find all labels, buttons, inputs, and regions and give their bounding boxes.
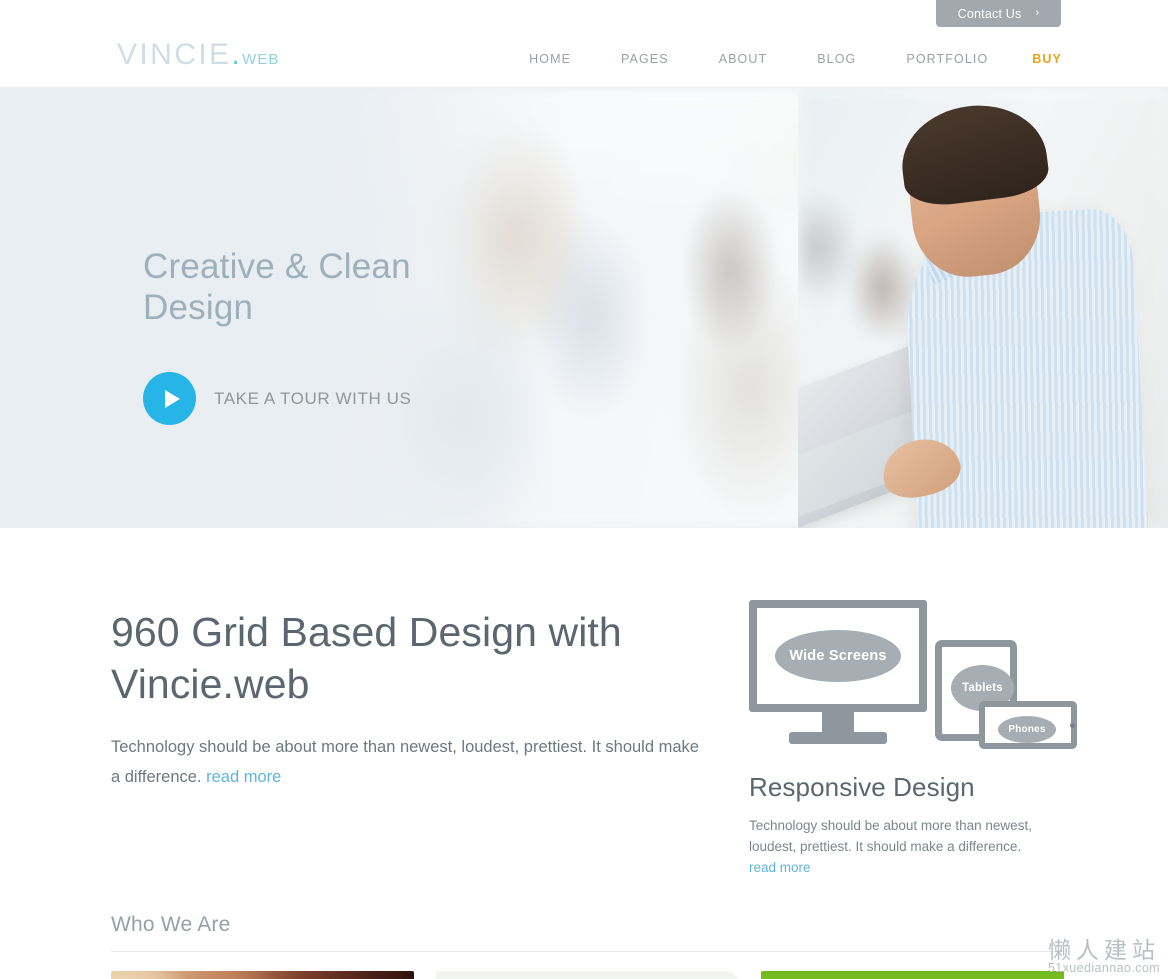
hero-section: Creative & Clean Design TAKE A TOUR WITH… (0, 88, 1168, 528)
hero-content: Creative & Clean Design TAKE A TOUR WITH… (143, 246, 443, 425)
wide-screens-badge: Wide Screens (775, 630, 901, 682)
who-we-are-title: Who We Are (111, 913, 231, 936)
intro-heading: 960 Grid Based Design with Vincie.web (111, 609, 622, 707)
hero-person-photo (798, 88, 1168, 528)
monitor-base (789, 732, 887, 744)
intro-paragraph: Technology should be about more than new… (111, 732, 701, 792)
content-container: 960 Grid Based Design with Vincie.web Te… (104, 528, 1077, 979)
phones-badge: Phones (998, 716, 1056, 743)
card-item-photo[interactable] (111, 971, 414, 979)
play-triangle (164, 389, 180, 408)
intro-section: 960 Grid Based Design with Vincie.web Te… (104, 528, 1077, 979)
logo-dot: . (231, 38, 243, 71)
page-root: Contact Us › VINCIE.WEB HOME PAGES ABOUT… (0, 0, 1168, 979)
main-navigation: HOME PAGES ABOUT BLOG PORTFOLIO BUY (529, 52, 1062, 66)
nav-item-about[interactable]: ABOUT (719, 52, 768, 66)
nav-item-pages[interactable]: PAGES (621, 52, 669, 66)
phone-button-dot (1070, 722, 1075, 728)
chevron-right-icon: › (1035, 7, 1040, 19)
card-item-gray[interactable] (436, 971, 739, 979)
nav-item-portfolio[interactable]: PORTFOLIO (906, 52, 988, 66)
who-we-are-cards (111, 971, 1064, 979)
nav-item-buy[interactable]: BUY (1032, 52, 1062, 66)
watermark: 懒人建站 51xuediannao.com (1048, 939, 1160, 975)
responsive-read-more-link[interactable]: read more (749, 860, 811, 875)
take-a-tour-button[interactable]: TAKE A TOUR WITH US (143, 372, 443, 425)
phone-icon: Phones (979, 701, 1077, 749)
responsive-column: Wide Screens Tablets Phones Responsive D… (749, 600, 1077, 878)
nav-item-home[interactable]: HOME (529, 52, 571, 66)
topbar: Contact Us › (0, 0, 1168, 27)
intro-paragraph-text: Technology should be about more than new… (111, 738, 699, 786)
main-content: 960 Grid Based Design with Vincie.web Te… (0, 528, 1168, 979)
watermark-cn-text: 懒人建站 (1048, 937, 1160, 964)
contact-us-label: Contact Us (957, 6, 1022, 21)
card-item-green[interactable] (761, 971, 1064, 979)
responsive-design-paragraph: Technology should be about more than new… (749, 815, 1034, 878)
logo-text-main: VINCIE (117, 38, 232, 71)
monitor-neck (822, 712, 854, 732)
watermark-en-text: 51xuediannao.com (1047, 961, 1160, 975)
section-divider (111, 951, 1064, 952)
who-we-are-section: Who We Are (111, 913, 1064, 952)
site-logo[interactable]: VINCIE.WEB (117, 40, 279, 70)
intro-left-column: 960 Grid Based Design with Vincie.web Te… (111, 606, 711, 792)
responsive-paragraph-text: Technology should be about more than new… (749, 818, 1032, 854)
responsive-design-title: Responsive Design (749, 772, 975, 802)
play-icon[interactable] (143, 372, 196, 425)
nav-item-blog[interactable]: BLOG (817, 52, 856, 66)
take-a-tour-label: TAKE A TOUR WITH US (214, 388, 412, 408)
responsive-devices-illustration: Wide Screens Tablets Phones (749, 600, 1077, 750)
contact-us-button[interactable]: Contact Us › (936, 0, 1061, 27)
intro-read-more-link[interactable]: read more (206, 768, 281, 786)
monitor-icon: Wide Screens (749, 600, 927, 712)
hero-title: Creative & Clean Design (143, 247, 411, 327)
logo-text-sub: WEB (242, 51, 280, 68)
